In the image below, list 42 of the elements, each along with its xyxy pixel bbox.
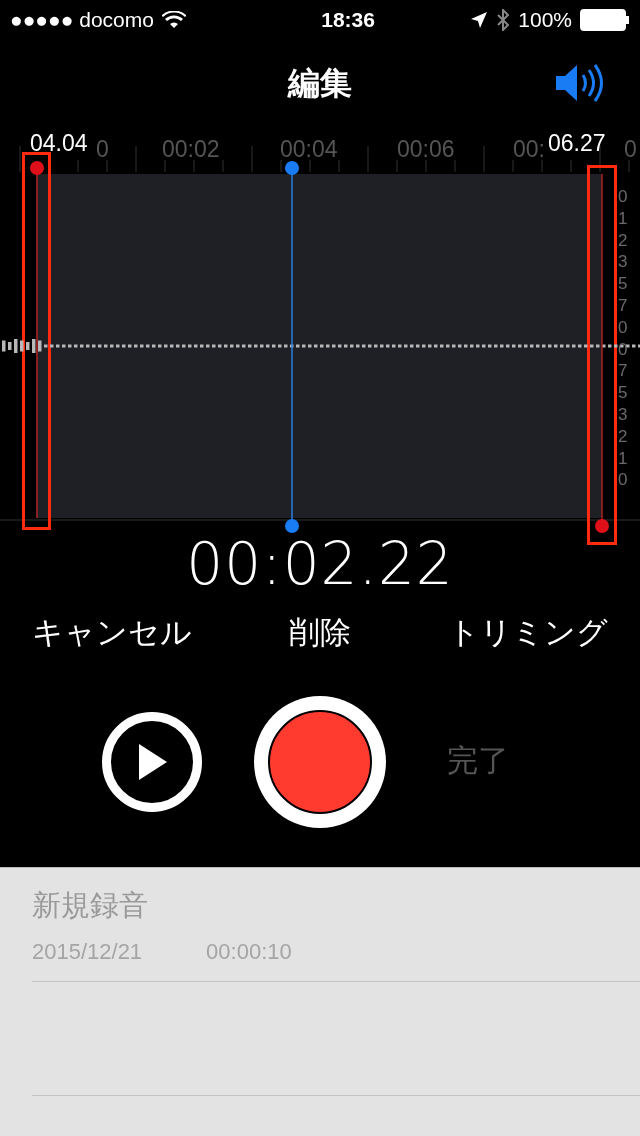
start-time-label: 04.04 bbox=[30, 130, 88, 156]
recording-name: 新規録音 bbox=[32, 887, 149, 923]
db-scale-label: 5 bbox=[618, 273, 628, 295]
start-trim-handle[interactable] bbox=[30, 161, 44, 519]
db-scale-label: 3 bbox=[618, 251, 628, 274]
recording-duration: 00:00:10 bbox=[206, 938, 292, 966]
end-trim-handle[interactable] bbox=[595, 173, 609, 533]
db-scale-label: 7 bbox=[618, 295, 628, 317]
location-arrow-icon bbox=[470, 11, 489, 29]
carrier-text: ●●●●● docomo bbox=[10, 7, 154, 34]
battery-percent: 100% bbox=[518, 7, 572, 34]
clock-text: 18:36 bbox=[321, 7, 375, 34]
ruler-label: 00:06 bbox=[397, 135, 455, 164]
db-scale-label: 2 bbox=[618, 425, 628, 448]
db-scale-label: 0 bbox=[618, 469, 628, 492]
action-button[interactable]: 削除 bbox=[289, 610, 351, 657]
db-scale-label: 0 bbox=[618, 338, 628, 361]
action-button[interactable]: トリミング bbox=[448, 610, 608, 657]
db-scale-label: 0 bbox=[618, 316, 628, 339]
db-scale-label: 5 bbox=[618, 382, 628, 404]
wifi-icon bbox=[161, 11, 186, 29]
end-time-label: 06.27 bbox=[548, 130, 606, 156]
screen-title: 編集 bbox=[288, 64, 352, 103]
db-scale-label: 1 bbox=[618, 207, 628, 230]
battery-icon bbox=[580, 9, 630, 31]
bluetooth-icon bbox=[496, 9, 511, 31]
ruler-label: 0 bbox=[96, 135, 109, 164]
ruler-label: 00:02 bbox=[162, 135, 220, 164]
current-time: 00:02.22 bbox=[186, 528, 454, 600]
speaker-icon[interactable] bbox=[554, 62, 606, 104]
db-scale-label: 1 bbox=[618, 447, 628, 470]
ruler-label: 00:04 bbox=[280, 135, 338, 164]
playhead[interactable] bbox=[285, 161, 299, 533]
ruler-label: 00: bbox=[513, 135, 545, 164]
recording-date: 2015/12/21 bbox=[32, 938, 143, 966]
play-button[interactable] bbox=[102, 711, 202, 812]
db-scale-label: 0 bbox=[618, 186, 628, 208]
db-scale-label: 3 bbox=[618, 403, 628, 426]
action-button[interactable]: キャンセル bbox=[32, 610, 192, 657]
ruler-label: 0 bbox=[624, 135, 637, 164]
db-scale-label: 7 bbox=[618, 360, 628, 383]
db-scale-label: 2 bbox=[618, 229, 628, 252]
